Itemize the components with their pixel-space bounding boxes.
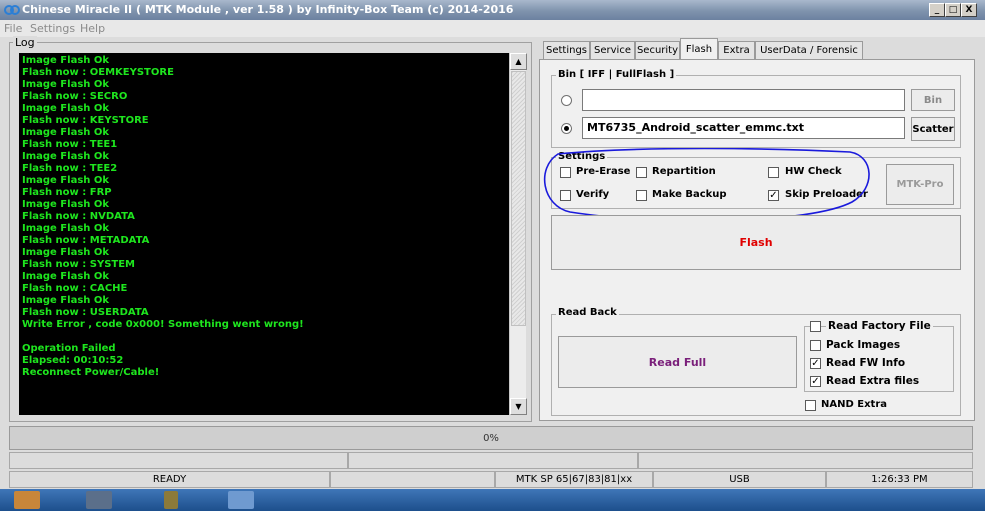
log-line: Image Flash Ok <box>22 271 110 282</box>
log-line: Write Error , code 0x000! Something went… <box>22 319 304 330</box>
read-extra-files-checkbox[interactable]: ✓ <box>810 376 821 387</box>
log-line: Image Flash Ok <box>22 79 110 90</box>
scroll-down-icon[interactable]: ▼ <box>510 398 527 415</box>
log-line: Image Flash Ok <box>22 175 110 186</box>
log-line: Flash now : CACHE <box>22 283 128 294</box>
log-line: Image Flash Ok <box>22 223 110 234</box>
tab-flash[interactable]: Flash <box>680 38 718 60</box>
log-scrollbar[interactable]: ▲ ▼ <box>509 53 527 415</box>
read-back-group-title: Read Back <box>556 307 619 318</box>
log-line: Reconnect Power/Cable! <box>22 367 160 378</box>
infinity-app-icon <box>4 5 20 15</box>
taskbar-folder-icon[interactable] <box>14 491 40 509</box>
mtk-pro-button[interactable]: MTK-Pro <box>886 164 954 205</box>
status-time: 1:26:33 PM <box>826 471 973 488</box>
tab-settings[interactable]: Settings <box>543 41 590 59</box>
log-line: Flash now : OEMKEYSTORE <box>22 67 174 78</box>
scatter-file-input[interactable]: MT6735_Android_scatter_emmc.txt <box>582 117 905 139</box>
menu-help[interactable]: Help <box>80 22 105 35</box>
progress-bar: 0% <box>9 426 973 450</box>
bin-button[interactable]: Bin <box>911 89 955 111</box>
menu-bar <box>0 20 985 37</box>
tab-service[interactable]: Service <box>590 41 635 59</box>
status-chip: MTK SP 65|67|83|81|xx <box>495 471 653 488</box>
nand-extra-label: NAND Extra <box>821 399 888 410</box>
scatter-radio[interactable] <box>561 123 572 134</box>
maximize-button[interactable]: □ <box>945 3 961 17</box>
log-line: Flash now : SECRO <box>22 91 128 102</box>
bin-group-title: Bin [ IFF | FullFlash ] <box>556 69 677 80</box>
log-line: Flash now : TEE1 <box>22 139 118 150</box>
log-line: Flash now : METADATA <box>22 235 150 246</box>
read-extra-files-label: Read Extra files <box>826 375 920 387</box>
log-line: Flash now : FRP <box>22 187 112 198</box>
read-factory-file-label: Read Factory File <box>826 320 933 332</box>
flash-button[interactable]: Flash <box>551 215 961 270</box>
log-line: Flash now : KEYSTORE <box>22 115 149 126</box>
read-fw-info-checkbox[interactable]: ✓ <box>810 358 821 369</box>
taskbar-file-icon[interactable] <box>164 491 178 509</box>
log-line: Image Flash Ok <box>22 151 110 162</box>
menu-settings[interactable]: Settings <box>30 22 75 35</box>
minimize-button[interactable]: _ <box>929 3 945 17</box>
bin-file-input[interactable] <box>582 89 905 111</box>
bin-radio[interactable] <box>561 95 572 106</box>
log-line: Flash now : SYSTEM <box>22 259 135 270</box>
status-cell-empty-1 <box>9 452 348 469</box>
scroll-up-icon[interactable]: ▲ <box>510 53 527 70</box>
tab-security[interactable]: Security <box>635 41 680 59</box>
log-line: Flash now : NVDATA <box>22 211 135 222</box>
read-fw-info-label: Read FW Info <box>826 357 906 369</box>
log-line: Image Flash Ok <box>22 103 110 114</box>
menu-file[interactable]: File <box>4 22 22 35</box>
log-line: Flash now : USERDATA <box>22 307 149 318</box>
log-line: Image Flash Ok <box>22 199 110 210</box>
scroll-thumb[interactable] <box>511 71 526 326</box>
nand-extra-checkbox[interactable] <box>805 400 816 411</box>
tab-extra[interactable]: Extra <box>718 41 755 59</box>
status-cell-empty-3 <box>638 452 973 469</box>
status-cell-empty-4 <box>330 471 495 488</box>
taskbar <box>0 489 985 511</box>
log-line: Image Flash Ok <box>22 127 110 138</box>
status-port: USB <box>653 471 826 488</box>
read-full-button[interactable]: Read Full <box>558 336 797 388</box>
annotation-circle <box>543 148 870 222</box>
log-label: Log <box>13 36 37 49</box>
taskbar-network-icon[interactable] <box>228 491 254 509</box>
close-button[interactable]: X <box>961 3 977 17</box>
log-line: Flash now : TEE2 <box>22 163 118 174</box>
log-line: Image Flash Ok <box>22 55 110 66</box>
status-cell-empty-2 <box>348 452 638 469</box>
window-title: Chinese Miracle II ( MTK Module , ver 1.… <box>22 3 514 16</box>
status-state: READY <box>9 471 330 488</box>
read-factory-file-checkbox[interactable] <box>810 321 821 332</box>
log-line: Image Flash Ok <box>22 295 110 306</box>
log-line: Elapsed: 00:10:52 <box>22 355 124 366</box>
log-line: Image Flash Ok <box>22 247 110 258</box>
tab-userdata-forensic[interactable]: UserData / Forensic <box>755 41 863 59</box>
progress-text: 0% <box>483 432 499 444</box>
taskbar-app-icon[interactable] <box>86 491 112 509</box>
log-textarea[interactable]: Image Flash Ok Flash now : OEMKEYSTORE Ima… <box>19 53 509 415</box>
pack-images-checkbox[interactable] <box>810 340 821 351</box>
log-line: Operation Failed <box>22 343 116 354</box>
scatter-button[interactable]: Scatter <box>911 117 955 141</box>
pack-images-label: Pack Images <box>826 339 901 351</box>
